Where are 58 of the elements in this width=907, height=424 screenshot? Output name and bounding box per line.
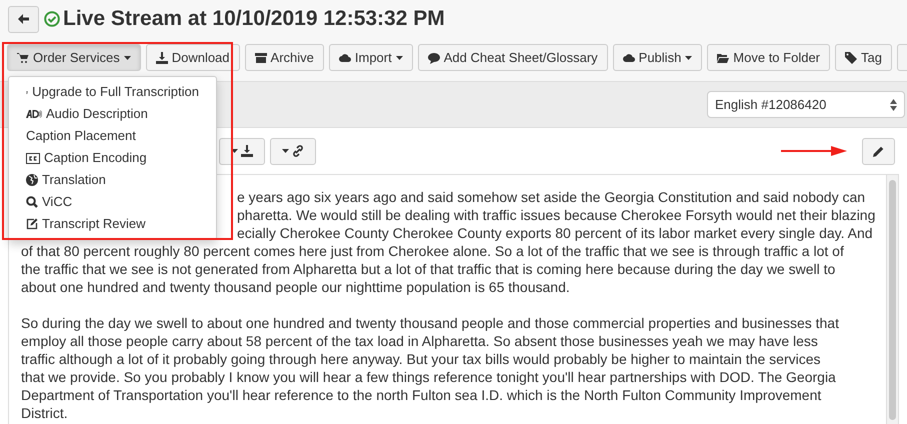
toolbar-button[interactable]: Move to Folder xyxy=(707,44,830,71)
archive-icon xyxy=(254,52,267,64)
menu-item[interactable]: Caption Encoding xyxy=(9,147,216,169)
closed-captions-icon xyxy=(26,152,40,164)
transcript-line: employ all those people carry about 58 percent of the tax load in Alpharetta. So absent those businesses yeah we may have less xyxy=(21,332,818,350)
cloud-icon xyxy=(622,52,635,64)
edit-icon xyxy=(26,218,38,230)
toolbar-button[interactable]: Tag xyxy=(835,44,892,71)
transcript-line: pharetta. We would still be dealing with traffic issues because Cherokee Forsyth would net their blazing xyxy=(237,206,876,224)
cloud-icon xyxy=(338,52,351,64)
transcript-line: e years ago six years ago and said somehow set aside the Georgia Constitution and said nobody can xyxy=(237,188,866,206)
check-circle-icon xyxy=(44,11,60,27)
toolbar-button[interactable]: Add Cheat Sheet/Glossary xyxy=(418,44,608,71)
toolbar-button[interactable]: Publish xyxy=(612,44,702,71)
comment-icon xyxy=(428,52,440,64)
transcript-line: of that 80 percent roughly 80 percent comes here just from Cherokee alone. So a lot of the traffic that we see is through traffic a lot of xyxy=(21,242,844,260)
select-arrows-icon xyxy=(890,98,897,110)
page-title: Live Stream at 10/10/2019 12:53:32 PM xyxy=(63,6,445,32)
transcript-line: District. xyxy=(21,404,68,422)
edit-button[interactable] xyxy=(862,138,895,164)
tag-icon xyxy=(845,52,857,64)
toolbar-button[interactable]: Archive xyxy=(244,44,324,71)
transcript-line: Department of Transportation you'll hear reference to the north Fulton sea I.D. which is the North Fulton Community Improvement xyxy=(21,386,822,404)
back-button[interactable] xyxy=(8,6,39,32)
toolbar-button[interactable]: Import xyxy=(328,44,413,71)
toolbar-button[interactable]: Order Services xyxy=(7,44,141,71)
caret-icon xyxy=(685,56,692,60)
link-dropdown-button[interactable] xyxy=(270,138,316,164)
folder-icon xyxy=(717,52,730,64)
transcript-line: about one hundred and twenty thousand people our nighttime population is 65 thousand. xyxy=(21,278,570,296)
search-icon xyxy=(26,196,38,208)
caret-icon xyxy=(396,56,403,60)
menu-item[interactable]: Caption Placement xyxy=(9,125,216,147)
language-select[interactable]: English #12086420 xyxy=(707,91,905,118)
menu-item[interactable]: Translation xyxy=(9,169,216,191)
menu-item[interactable]: Audio Description xyxy=(9,103,216,125)
menu-item[interactable]: Upgrade to Full Transcription xyxy=(9,81,216,103)
globe-icon xyxy=(26,174,38,186)
download-icon xyxy=(156,52,168,64)
transcript-line: So during the day we swell to about one hundred and twenty thousand people and those commercial properties and businesses that xyxy=(21,314,839,332)
back-arrow-icon xyxy=(18,14,29,24)
cart-icon xyxy=(17,52,29,64)
annotation-arrow xyxy=(781,146,847,156)
menu-item[interactable]: ViCC xyxy=(9,191,216,213)
download-dropdown-button[interactable] xyxy=(219,138,265,164)
transcript-line: the traffic that we see is not generated from Alpharetta but a lot of that traffic that is coming here because during the day we swell to xyxy=(21,260,836,278)
caret-icon xyxy=(124,56,131,60)
toolbar-button[interactable]: Download xyxy=(146,44,240,71)
menu-item[interactable]: Transcript Review xyxy=(9,213,216,235)
link-icon xyxy=(292,145,304,157)
transcript-line: ecially Cherokee County Cherokee County exports 80 percent of its labor market every single day. And xyxy=(237,224,873,242)
caret-icon xyxy=(231,149,238,153)
transcript-line: traffic although a lot of it probably going through here anyway. But your tax bills would probably be higher to maintain the services xyxy=(21,350,821,368)
download-icon xyxy=(241,145,253,157)
caret-icon xyxy=(282,149,289,153)
transcript-line: that we provide. So you probably I know you will hear a few things reference tonight you'll hear partnerships with DOD. The Georgia xyxy=(21,368,836,386)
audio-description-icon xyxy=(26,110,42,118)
pencil-icon xyxy=(873,146,884,156)
